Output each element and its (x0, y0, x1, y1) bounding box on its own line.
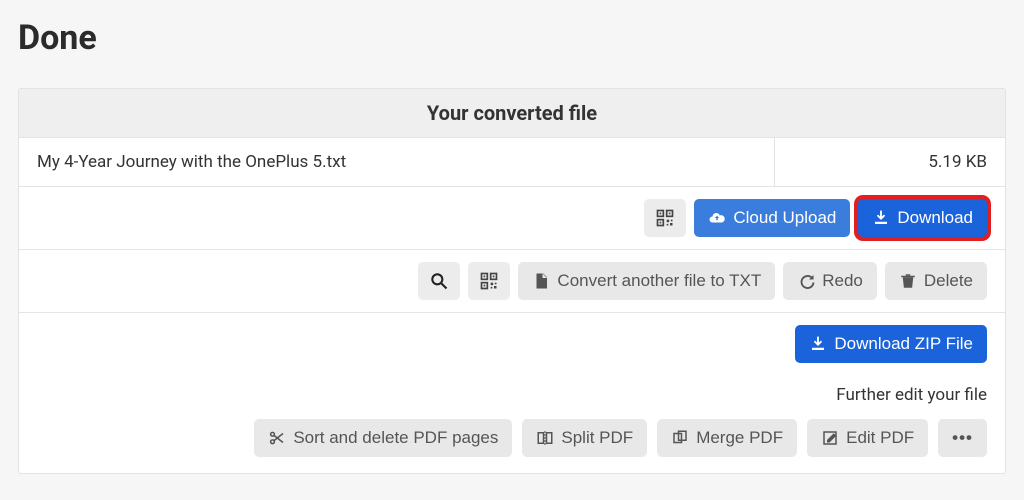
search-button[interactable] (418, 262, 460, 300)
download-button[interactable]: Download (858, 199, 987, 237)
search-icon (429, 271, 449, 291)
scissors-icon (268, 429, 286, 447)
trash-icon (899, 272, 917, 290)
convert-another-label: Convert another file to TXT (557, 271, 761, 291)
ellipsis-icon: ••• (952, 428, 973, 448)
redo-label: Redo (822, 271, 863, 291)
pdf-tools-row: Sort and delete PDF pages Split PDF Merg… (19, 409, 1005, 473)
redo-button[interactable]: Redo (783, 262, 877, 300)
file-icon (532, 272, 550, 290)
merge-pdf-button[interactable]: Merge PDF (657, 419, 797, 457)
qr-icon (479, 271, 499, 291)
download-zip-button[interactable]: Download ZIP File (795, 325, 987, 363)
delete-button[interactable]: Delete (885, 262, 987, 300)
card-header: Your converted file (19, 89, 1005, 138)
split-pdf-button[interactable]: Split PDF (522, 419, 647, 457)
delete-label: Delete (924, 271, 973, 291)
sort-delete-label: Sort and delete PDF pages (293, 428, 498, 448)
file-size: 5.19 KB (775, 138, 1005, 186)
cloud-upload-button[interactable]: Cloud Upload (694, 199, 850, 237)
edit-label: Edit PDF (846, 428, 914, 448)
secondary-actions-row: Convert another file to TXT Redo Delete (19, 250, 1005, 313)
download-label: Download (897, 208, 973, 228)
redo-icon (797, 272, 815, 290)
convert-another-button[interactable]: Convert another file to TXT (518, 262, 775, 300)
cloud-upload-label: Cloud Upload (733, 208, 836, 228)
edit-pdf-button[interactable]: Edit PDF (807, 419, 928, 457)
further-edit-label: Further edit your file (19, 375, 1005, 409)
download-zip-label: Download ZIP File (834, 334, 973, 354)
primary-actions-row: Cloud Upload Download (19, 187, 1005, 250)
file-name: My 4-Year Journey with the OnePlus 5.txt (19, 138, 775, 186)
cloud-upload-icon (708, 209, 726, 227)
converted-file-card: Your converted file My 4-Year Journey wi… (18, 88, 1006, 474)
qr-icon (655, 208, 675, 228)
edit-icon (821, 429, 839, 447)
merge-icon (671, 429, 689, 447)
download-icon (809, 335, 827, 353)
more-tools-button[interactable]: ••• (938, 419, 987, 457)
split-icon (536, 429, 554, 447)
page-title: Done (18, 18, 1006, 58)
download-icon (872, 209, 890, 227)
split-label: Split PDF (561, 428, 633, 448)
qr-code-button-2[interactable] (468, 262, 510, 300)
merge-label: Merge PDF (696, 428, 783, 448)
file-row: My 4-Year Journey with the OnePlus 5.txt… (19, 138, 1005, 187)
sort-delete-pages-button[interactable]: Sort and delete PDF pages (254, 419, 512, 457)
zip-row: Download ZIP File (19, 313, 1005, 375)
qr-code-button[interactable] (644, 199, 686, 237)
